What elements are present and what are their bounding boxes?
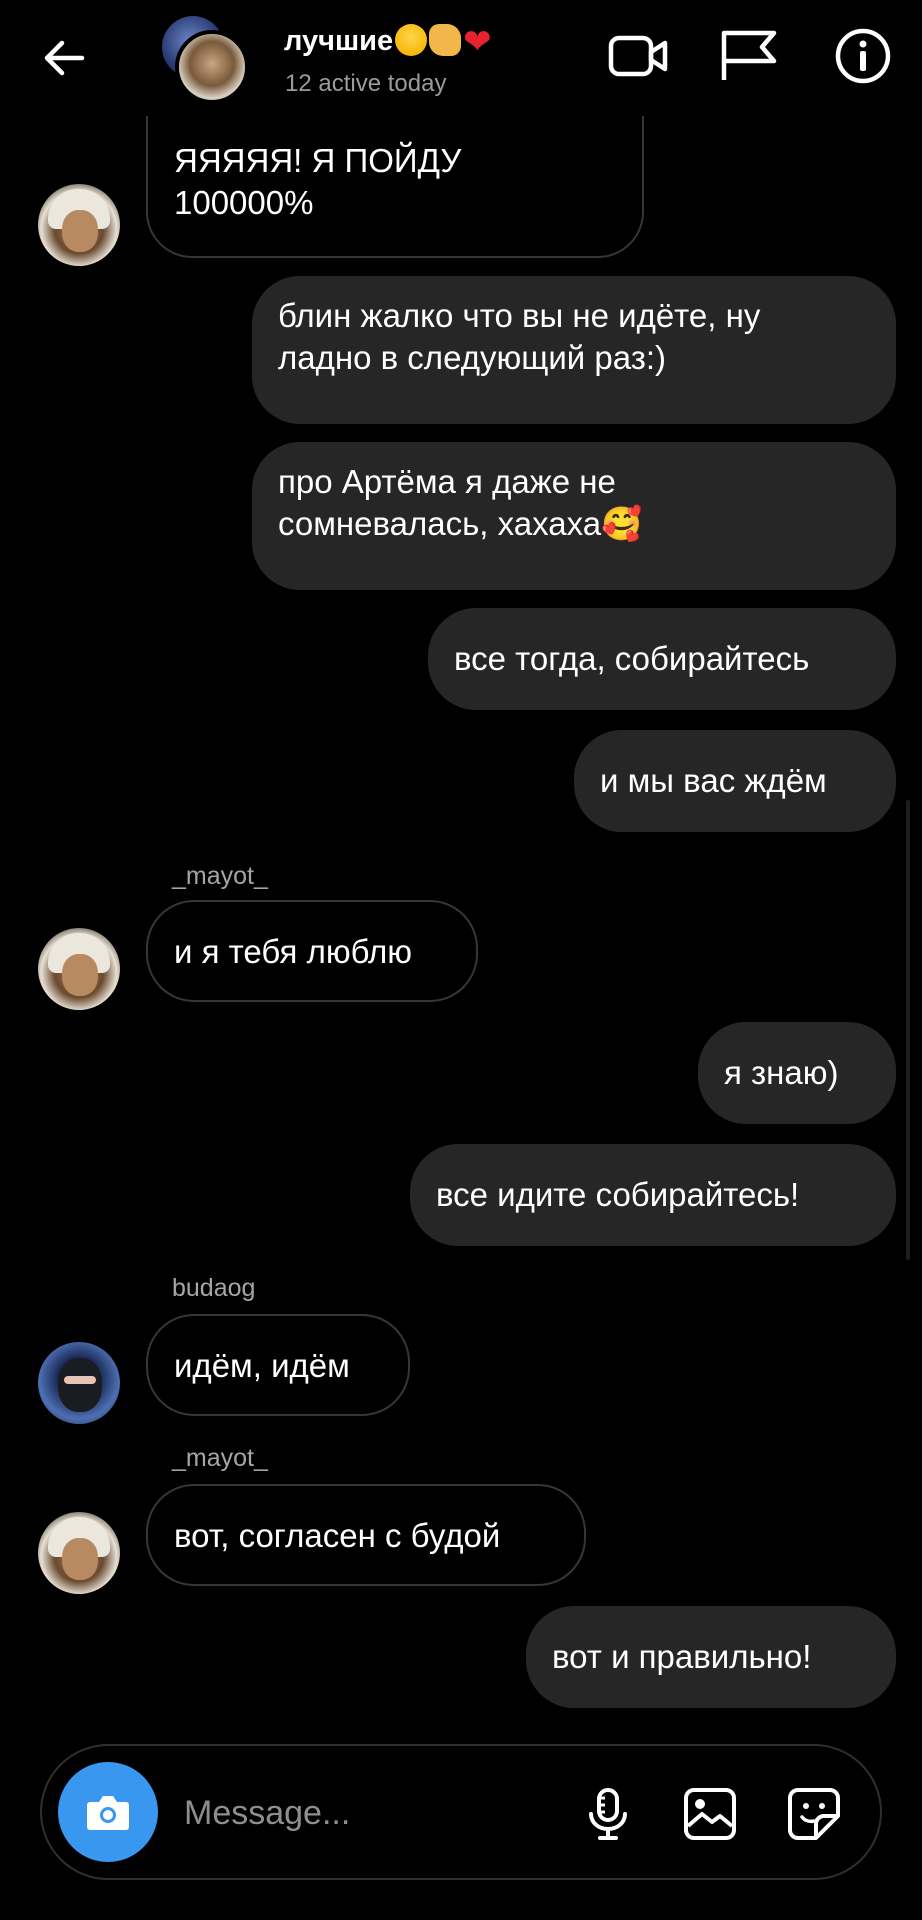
- info-icon[interactable]: [832, 28, 894, 84]
- message-bubble[interactable]: вот и правильно!: [526, 1606, 896, 1708]
- camera-icon: [87, 1796, 129, 1830]
- message-text-line: идём, идём: [174, 1347, 350, 1384]
- message-bubble[interactable]: вот, согласен с будой: [146, 1484, 586, 1586]
- avatar-face: [62, 1538, 98, 1580]
- chat-title-text: лучшие: [284, 25, 394, 57]
- message-input[interactable]: [184, 1786, 564, 1840]
- sender-name: _mayot_: [172, 862, 268, 890]
- message-text-line: я знаю): [724, 1054, 839, 1091]
- sticker-icon[interactable]: [784, 1784, 844, 1844]
- message-text-line: все идите собирайтесь!: [436, 1176, 800, 1213]
- gallery-icon[interactable]: [680, 1784, 740, 1844]
- message-text-line: все тогда, собирайтесь: [454, 640, 810, 677]
- avatar-eyes: [64, 1376, 96, 1384]
- video-call-icon[interactable]: [608, 28, 670, 84]
- avatar[interactable]: [38, 1342, 120, 1424]
- sender-name: budaog: [172, 1274, 256, 1302]
- message-bubble[interactable]: идём, идём: [146, 1314, 410, 1416]
- avatar-face: [62, 954, 98, 996]
- avatar-face: [62, 210, 98, 252]
- flag-icon[interactable]: [718, 28, 780, 84]
- message-bubble[interactable]: и мы вас ждём: [574, 730, 896, 832]
- message-text-line: блин жалко что вы не идёте, ну: [278, 297, 761, 334]
- message-text-line: и мы вас ждём: [600, 762, 827, 799]
- message-text-line: сомневалась, хахаха🥰: [278, 505, 643, 542]
- message-bubble[interactable]: и я тебя люблю: [146, 900, 478, 1002]
- message-text-line: про Артёма я даже не: [278, 463, 616, 500]
- tongue-emoji-icon: [395, 24, 428, 56]
- message-text-line: и я тебя люблю: [174, 933, 413, 970]
- avatar-mask: [58, 1358, 102, 1412]
- active-status: 12 active today: [285, 70, 447, 97]
- message-text-line: ладно в следующий раз:): [278, 339, 667, 376]
- message-bubble[interactable]: я знаю): [698, 1022, 896, 1124]
- chat-title[interactable]: лучшие ❤: [284, 22, 492, 62]
- avatar[interactable]: [38, 184, 120, 266]
- message-bubble[interactable]: ЯЯЯЯЯ! Я ПОЙДУ 100000%: [146, 106, 644, 258]
- sender-name: _mayot_: [172, 1444, 268, 1472]
- message-text-line: вот и правильно!: [552, 1638, 812, 1675]
- message-text-line: вот, согласен с будой: [174, 1517, 501, 1554]
- avatar[interactable]: [38, 928, 120, 1010]
- handshake-emoji-icon: [429, 24, 462, 56]
- message-bubble[interactable]: про Артёма я даже не сомневалась, хахаха…: [252, 442, 896, 590]
- scrollbar[interactable]: [906, 800, 910, 1260]
- message-text-line: 100000%: [174, 184, 314, 221]
- group-avatar-front: [175, 30, 249, 104]
- group-avatar[interactable]: [160, 16, 249, 104]
- message-bubble[interactable]: все тогда, собирайтесь: [428, 608, 896, 710]
- chat-header: лучшие ❤ 12 active today: [0, 0, 922, 116]
- camera-button[interactable]: [58, 1762, 158, 1862]
- back-arrow-icon[interactable]: [38, 32, 90, 84]
- message-composer: [40, 1744, 882, 1880]
- message-bubble[interactable]: все идите собирайтесь!: [410, 1144, 896, 1246]
- heart-emoji-icon: ❤: [463, 23, 492, 61]
- microphone-icon[interactable]: [578, 1784, 638, 1844]
- message-text-line: ЯЯЯЯЯ! Я ПОЙДУ: [174, 142, 462, 179]
- message-bubble[interactable]: блин жалко что вы не идёте, ну ладно в с…: [252, 276, 896, 424]
- avatar[interactable]: [38, 1512, 120, 1594]
